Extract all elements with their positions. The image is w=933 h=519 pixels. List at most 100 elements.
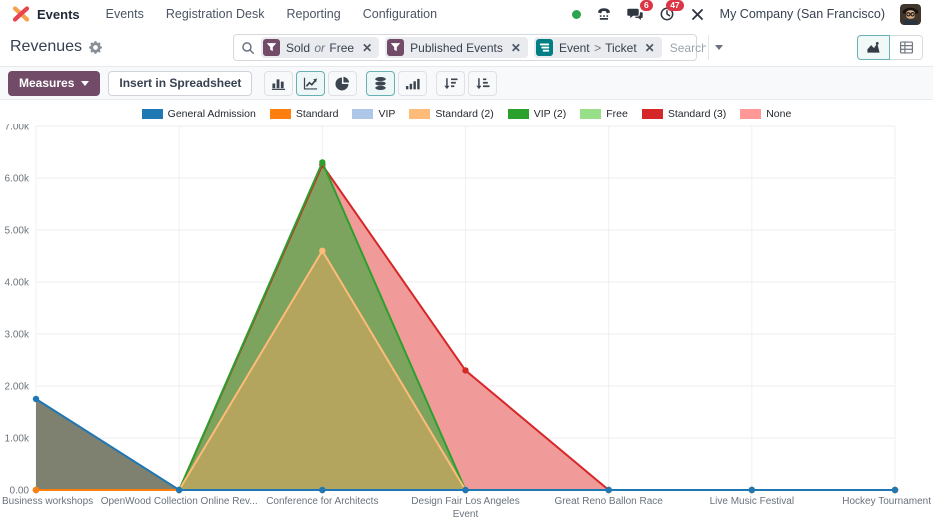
group-by-icon: [536, 39, 553, 56]
messages-badge: 6: [640, 0, 653, 11]
pivot-table-icon: [899, 40, 914, 55]
legend-label: None: [766, 108, 791, 120]
menu-events[interactable]: Events: [106, 7, 144, 21]
facet-groupby-event-ticket: Event > Ticket ✕: [534, 37, 662, 58]
remove-facet-icon[interactable]: ✕: [511, 42, 521, 54]
svg-text:Conference for Architects: Conference for Architects: [266, 496, 378, 507]
control-panel: Revenues Sold or Free ✕: [0, 28, 933, 67]
svg-text:2.00k: 2.00k: [5, 382, 30, 393]
sort-amount-desc-icon: [443, 76, 458, 91]
legend-swatch: [142, 109, 163, 119]
facet-label: Event > Ticket: [559, 41, 637, 55]
legend-label: General Admission: [168, 108, 256, 120]
facet-published-events: Published Events ✕: [385, 37, 528, 58]
legend-label: Standard: [296, 108, 339, 120]
legend-label: Standard (2): [435, 108, 493, 120]
chevron-down-icon: [715, 45, 723, 50]
facet-label: Sold or Free: [286, 41, 354, 55]
cumulative-button[interactable]: [398, 71, 427, 96]
legend-swatch: [642, 109, 663, 119]
actions-gear-icon[interactable]: [89, 41, 102, 54]
legend-label: Standard (3): [668, 108, 726, 120]
legend-swatch: [740, 109, 761, 119]
stacked-toggle-button[interactable]: [366, 71, 395, 96]
search-input[interactable]: [668, 40, 708, 56]
app-name[interactable]: Events: [37, 7, 80, 22]
measures-button[interactable]: Measures: [8, 71, 100, 96]
user-avatar[interactable]: [900, 4, 921, 25]
chart-area: General Admission Standard VIP Standard (2)…: [0, 104, 933, 518]
sort-amount-asc-icon: [475, 76, 490, 91]
online-status-icon: [572, 10, 581, 19]
bar-chart-icon: [271, 76, 286, 91]
legend-item[interactable]: Standard (3): [642, 108, 726, 120]
ascending-bars-icon: [405, 76, 420, 91]
svg-text:Great Reno Ballon Race: Great Reno Ballon Race: [554, 496, 663, 507]
legend-item[interactable]: VIP (2): [508, 108, 566, 120]
pie-chart-button[interactable]: [328, 71, 357, 96]
sort-ascending-button[interactable]: [468, 71, 497, 96]
sort-descending-button[interactable]: [436, 71, 465, 96]
bar-chart-button[interactable]: [264, 71, 293, 96]
svg-text:1.00k: 1.00k: [5, 434, 30, 445]
svg-text:OpenWood Collection Online Rev: OpenWood Collection Online Rev...: [101, 496, 258, 507]
facet-sold-or-free: Sold or Free ✕: [261, 37, 379, 58]
legend-item[interactable]: VIP: [352, 108, 395, 120]
systray: 6 47 My Company (San Francisco): [572, 4, 921, 25]
legend-item[interactable]: General Admission: [142, 108, 256, 120]
top-navbar: Events Events Registration Desk Reportin…: [0, 0, 933, 28]
legend-label: VIP: [378, 108, 395, 120]
menu-registration-desk[interactable]: Registration Desk: [166, 7, 265, 21]
svg-text:6.00k: 6.00k: [5, 174, 30, 185]
legend-swatch: [508, 109, 529, 119]
page-title: Revenues: [10, 38, 82, 56]
remove-facet-icon[interactable]: ✕: [645, 42, 655, 54]
legend-item[interactable]: Standard: [270, 108, 339, 120]
svg-text:3.00k: 3.00k: [5, 330, 30, 341]
svg-text:5.00k: 5.00k: [5, 226, 30, 237]
messages-icon[interactable]: 6: [627, 6, 644, 22]
filter-icon: [263, 39, 280, 56]
legend-swatch: [409, 109, 430, 119]
company-name[interactable]: My Company (San Francisco): [720, 7, 885, 21]
facet-label: Published Events: [410, 41, 503, 55]
events-app-icon[interactable]: [12, 5, 30, 23]
area-chart-icon: [866, 40, 881, 55]
legend-item[interactable]: Standard (2): [409, 108, 493, 120]
chevron-down-icon: [81, 81, 89, 86]
svg-text:0.00: 0.00: [10, 486, 30, 497]
pivot-view-button[interactable]: [890, 35, 923, 60]
line-chart-button[interactable]: [296, 71, 325, 96]
chart-canvas[interactable]: 0.00 1.00k 2.00k 3.00k 4.00k 5.00k 6.00k 7.00k B…: [0, 124, 933, 518]
search-icon: [241, 41, 255, 55]
svg-text:Event: Event: [453, 509, 479, 518]
svg-text:7.00k: 7.00k: [5, 124, 30, 133]
legend-swatch: [580, 109, 601, 119]
menu-reporting[interactable]: Reporting: [287, 7, 341, 21]
avatar-image: [900, 4, 921, 25]
insert-in-spreadsheet-button[interactable]: Insert in Spreadsheet: [108, 71, 252, 96]
voip-phone-icon[interactable]: [596, 6, 612, 22]
chart-legend: General Admission Standard VIP Standard (2)…: [0, 104, 933, 124]
remove-facet-icon[interactable]: ✕: [362, 42, 372, 54]
activities-badge: 47: [666, 0, 683, 11]
search-bar: Sold or Free ✕ Published Events ✕ Event …: [233, 34, 697, 61]
legend-item[interactable]: None: [740, 108, 791, 120]
search-dropdown-toggle[interactable]: [708, 35, 729, 60]
developer-tools-icon[interactable]: [690, 7, 705, 22]
activities-clock-icon[interactable]: 47: [659, 6, 675, 22]
database-icon: [373, 76, 388, 91]
graph-toolbar: Measures Insert in Spreadsheet: [0, 67, 933, 100]
svg-text:Business workshops: Business workshops: [2, 496, 93, 507]
main-menu: Events Registration Desk Reporting Confi…: [106, 7, 437, 21]
legend-item[interactable]: Free: [580, 108, 628, 120]
filter-icon: [387, 39, 404, 56]
menu-configuration[interactable]: Configuration: [363, 7, 437, 21]
legend-swatch: [352, 109, 373, 119]
legend-label: Free: [606, 108, 628, 120]
legend-label: VIP (2): [534, 108, 566, 120]
graph-view-button[interactable]: [857, 35, 890, 60]
view-switcher: [857, 35, 923, 60]
legend-swatch: [270, 109, 291, 119]
svg-text:4.00k: 4.00k: [5, 278, 30, 289]
